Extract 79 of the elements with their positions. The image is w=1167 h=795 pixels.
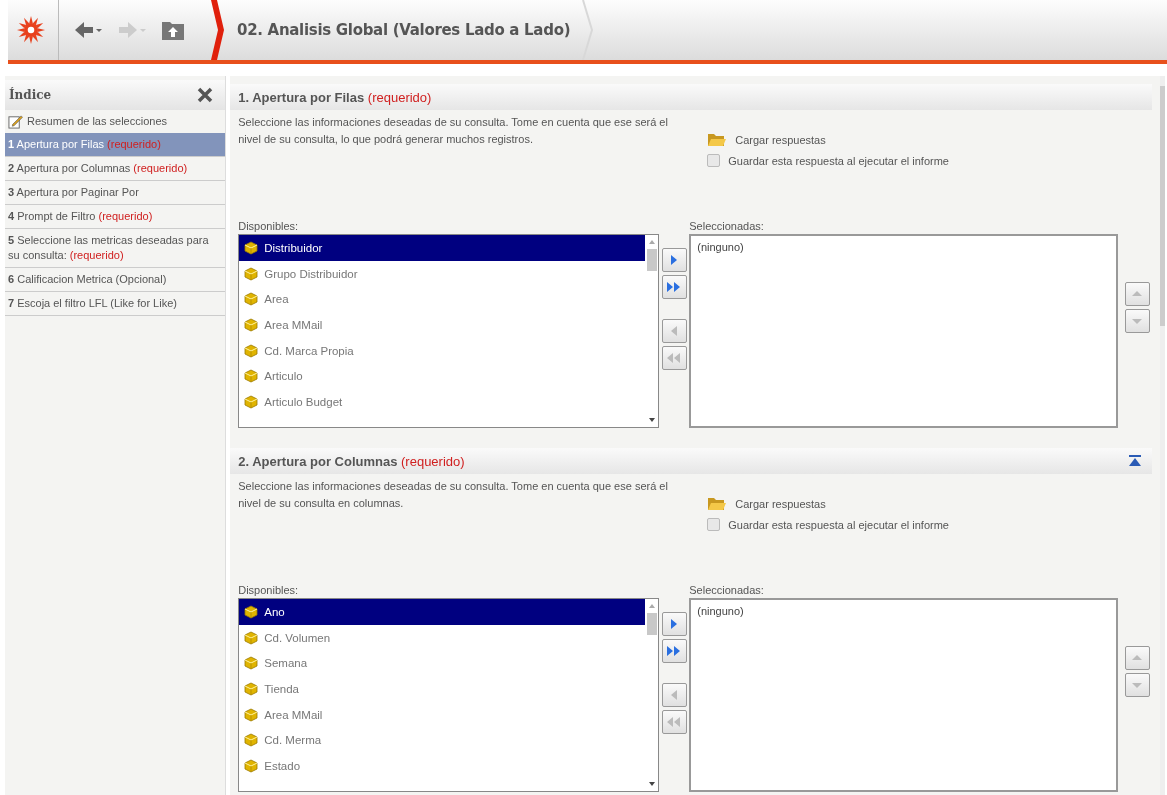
cube-icon	[244, 681, 259, 696]
selected-label: Seleccionadas:	[689, 584, 765, 598]
sunburst-logo-icon[interactable]	[16, 15, 46, 45]
list-option[interactable]: Tienda	[239, 676, 646, 702]
scroll-down-icon[interactable]	[647, 781, 656, 787]
add-all-button[interactable]	[661, 275, 687, 299]
section-description: Seleccione las informaciones deseadas de su consulta. Tome en cuenta que ese será el nivel de su consulta en columnas.	[238, 479, 669, 511]
folder-up-icon[interactable]	[161, 19, 185, 41]
cube-icon	[244, 758, 259, 773]
list-option[interactable]: Articulo	[239, 363, 646, 390]
report-title: 02. Analisis Global (Valores Lado a Lado)	[237, 21, 571, 39]
selected-entry: (ninguno)	[697, 241, 744, 253]
list-option[interactable]: Area	[239, 286, 646, 313]
save-answer-checkbox[interactable]	[707, 154, 721, 167]
cube-icon	[244, 733, 259, 748]
breadcrumb-end-icon	[582, 0, 595, 60]
add-button[interactable]	[661, 248, 687, 272]
remove-button[interactable]	[661, 683, 687, 707]
double-arrow-left-icon	[666, 352, 683, 364]
list-option[interactable]: Cd. Volumen	[239, 624, 646, 651]
list-option[interactable]: Semana	[239, 650, 646, 677]
load-answers-link[interactable]: Cargar respuestas	[735, 134, 826, 146]
add-all-button[interactable]	[661, 639, 687, 663]
double-arrow-left-icon	[666, 716, 683, 728]
move-up-button[interactable]	[1124, 646, 1150, 670]
scroll-thumb[interactable]	[646, 613, 657, 635]
cube-icon	[244, 266, 259, 281]
cube-icon	[244, 707, 259, 722]
list-option[interactable]: Cd. Merma	[239, 727, 646, 754]
list-option[interactable]: Ano	[239, 599, 646, 625]
list-option[interactable]: Estado	[239, 753, 646, 779]
edit-note-icon	[8, 114, 23, 129]
cube-icon	[244, 240, 259, 255]
cube-icon	[244, 317, 259, 332]
forward-arrow-icon[interactable]	[117, 19, 147, 41]
move-up-button[interactable]	[1124, 282, 1150, 306]
available-label: Disponibles:	[238, 220, 300, 234]
list-option[interactable]: Articulo Budget	[239, 389, 646, 415]
folder-icon[interactable]	[707, 132, 728, 148]
save-answer-label: Guardar esta respuesta al ejecutar el informe	[728, 154, 949, 167]
section-title: 1. Apertura por Filas (requerido)	[238, 89, 432, 105]
scroll-down-icon[interactable]	[647, 417, 656, 423]
list-option[interactable]: Grupo Distribuidor	[239, 260, 646, 287]
cube-icon	[244, 292, 259, 307]
index-item[interactable]: 1 Apertura por Filas (requerido)	[5, 133, 226, 157]
move-down-button[interactable]	[1124, 309, 1150, 333]
list-option[interactable]: Area MMail	[239, 312, 646, 338]
scroll-thumb[interactable]	[646, 249, 657, 271]
list-option[interactable]: Area MMail	[239, 701, 646, 728]
remove-all-button[interactable]	[661, 346, 687, 370]
cube-icon	[244, 630, 259, 645]
breadcrumb-chevron-icon	[209, 0, 225, 60]
list-option[interactable]: Cd. Marca Propia	[239, 337, 646, 364]
cube-icon	[244, 394, 259, 409]
load-answers-link[interactable]: Cargar respuestas	[735, 498, 826, 510]
scroll-up-icon[interactable]	[647, 239, 656, 245]
available-label: Disponibles:	[238, 584, 300, 598]
scroll-up-icon[interactable]	[647, 603, 656, 609]
cube-icon	[244, 656, 259, 671]
folder-icon[interactable]	[707, 496, 728, 512]
save-answer-label: Guardar esta respuesta al ejecutar el informe	[728, 518, 949, 531]
remove-button[interactable]	[661, 319, 687, 343]
selected-label: Seleccionadas:	[689, 220, 765, 234]
cube-icon	[244, 604, 259, 619]
cube-icon	[244, 369, 259, 384]
collapse-icon[interactable]	[1128, 454, 1143, 468]
add-button[interactable]	[661, 612, 687, 636]
save-answer-checkbox[interactable]	[707, 518, 721, 531]
remove-all-button[interactable]	[661, 710, 687, 734]
selected-entry: (ninguno)	[697, 605, 744, 617]
back-arrow-icon[interactable]	[73, 19, 103, 41]
cube-icon	[244, 343, 259, 358]
close-icon[interactable]	[197, 87, 214, 103]
move-down-button[interactable]	[1124, 673, 1150, 697]
section-title: 2. Apertura por Columnas (requerido)	[238, 453, 465, 469]
list-option[interactable]: Distribuidor	[239, 235, 646, 261]
section-description: Seleccione las informaciones deseadas de su consulta. Tome en cuenta que ese será el nivel de su consulta, lo que podrá generar muchos registros.	[238, 115, 669, 147]
scroll-thumb[interactable]	[1160, 86, 1165, 326]
index-title: Índice	[9, 88, 52, 102]
